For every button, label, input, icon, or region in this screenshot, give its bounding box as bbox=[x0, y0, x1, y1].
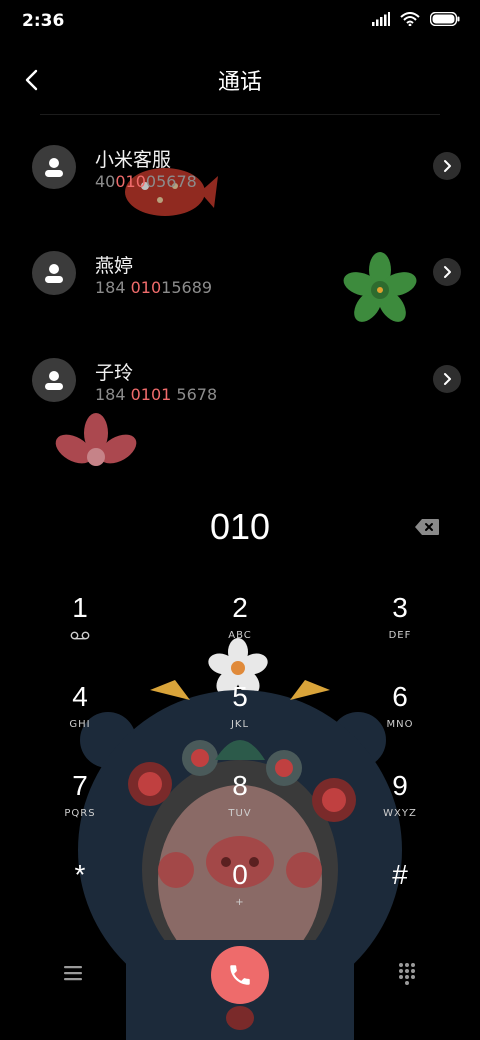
key-digit: 9 bbox=[392, 770, 408, 801]
avatar bbox=[32, 145, 76, 189]
avatar bbox=[32, 358, 76, 402]
dialpad-toggle-button[interactable] bbox=[392, 958, 422, 988]
key-0[interactable]: 0 + bbox=[180, 847, 300, 927]
contact-list: 小米客服 4001005678 燕婷 184 01015689 子玲 184 0… bbox=[0, 115, 480, 467]
contact-number: 184 0101 5678 bbox=[95, 385, 218, 404]
key-digit: 8 bbox=[232, 770, 248, 801]
key-2[interactable]: 2 ABC bbox=[180, 580, 300, 660]
key-digit: 2 bbox=[232, 592, 248, 623]
contact-item[interactable]: 小米客服 4001005678 bbox=[0, 115, 480, 221]
key-hash[interactable]: # bbox=[340, 847, 460, 927]
contact-item[interactable]: 燕婷 184 01015689 bbox=[0, 221, 480, 327]
page-title: 通话 bbox=[217, 70, 262, 95]
status-bar: 2:36 bbox=[0, 0, 480, 44]
signal-icon bbox=[372, 12, 390, 26]
header: 通话 bbox=[0, 52, 480, 108]
key-digit: 6 bbox=[392, 681, 408, 712]
status-time: 2:36 bbox=[22, 11, 65, 31]
key-digit: 7 bbox=[72, 770, 88, 801]
key-digit: 0 bbox=[232, 859, 248, 890]
key-4[interactable]: 4 GHI bbox=[20, 669, 140, 749]
phone-icon bbox=[230, 965, 250, 985]
contact-item[interactable]: 子玲 184 0101 5678 bbox=[0, 328, 480, 434]
contact-detail-button[interactable] bbox=[433, 258, 461, 286]
contact-name: 子玲 bbox=[95, 362, 134, 384]
person-icon bbox=[45, 264, 63, 283]
contact-detail-button[interactable] bbox=[433, 365, 461, 393]
key-letters: ABC bbox=[228, 630, 252, 641]
key-letters: MNO bbox=[386, 719, 414, 730]
key-digit: 1 bbox=[72, 592, 88, 623]
backspace-icon bbox=[415, 519, 439, 535]
status-icons bbox=[372, 12, 460, 26]
contact-name: 燕婷 bbox=[95, 255, 134, 277]
chevron-right-icon bbox=[444, 373, 451, 385]
key-letters: PQRS bbox=[64, 808, 96, 819]
chevron-right-icon bbox=[444, 160, 451, 172]
key-digit: # bbox=[392, 859, 408, 890]
key-9[interactable]: 9 WXYZ bbox=[340, 758, 460, 838]
contact-name: 小米客服 bbox=[95, 149, 172, 171]
key-digit: * bbox=[74, 859, 86, 890]
chevron-right-icon bbox=[444, 266, 451, 278]
key-8[interactable]: 8 TUV bbox=[180, 758, 300, 838]
menu-button[interactable] bbox=[58, 958, 88, 988]
contact-detail-button[interactable] bbox=[433, 152, 461, 180]
key-3[interactable]: 3 DEF bbox=[340, 580, 460, 660]
menu-icon bbox=[64, 966, 82, 981]
contact-number: 184 01015689 bbox=[95, 278, 213, 297]
person-icon bbox=[45, 158, 63, 177]
key-star[interactable]: * bbox=[20, 847, 140, 927]
dialpad-icon bbox=[399, 963, 415, 985]
key-7[interactable]: 7 PQRS bbox=[20, 758, 140, 838]
bottom-bar bbox=[0, 944, 480, 1004]
battery-icon bbox=[430, 12, 460, 26]
voicemail-icon bbox=[70, 631, 90, 640]
dialed-number-input[interactable]: 010 bbox=[0, 506, 480, 548]
key-digit: 3 bbox=[392, 592, 408, 623]
key-letters: TUV bbox=[228, 808, 252, 819]
key-letters: GHI bbox=[69, 719, 91, 730]
key-digit: 5 bbox=[232, 681, 248, 712]
person-icon bbox=[45, 371, 63, 390]
key-letters: DEF bbox=[388, 630, 412, 641]
avatar bbox=[32, 251, 76, 295]
wifi-icon bbox=[400, 12, 420, 26]
dial-display: 010 bbox=[0, 500, 480, 556]
key-digit: 4 bbox=[72, 681, 88, 712]
key-letters: WXYZ bbox=[383, 808, 417, 819]
key-letters: + bbox=[235, 897, 245, 908]
contact-number: 4001005678 bbox=[95, 172, 197, 191]
key-6[interactable]: 6 MNO bbox=[340, 669, 460, 749]
call-button[interactable] bbox=[211, 946, 269, 1004]
key-letters: JKL bbox=[230, 719, 250, 730]
key-1[interactable]: 1 bbox=[20, 580, 140, 660]
backspace-button[interactable] bbox=[410, 514, 444, 540]
key-5[interactable]: 5 JKL bbox=[180, 669, 300, 749]
